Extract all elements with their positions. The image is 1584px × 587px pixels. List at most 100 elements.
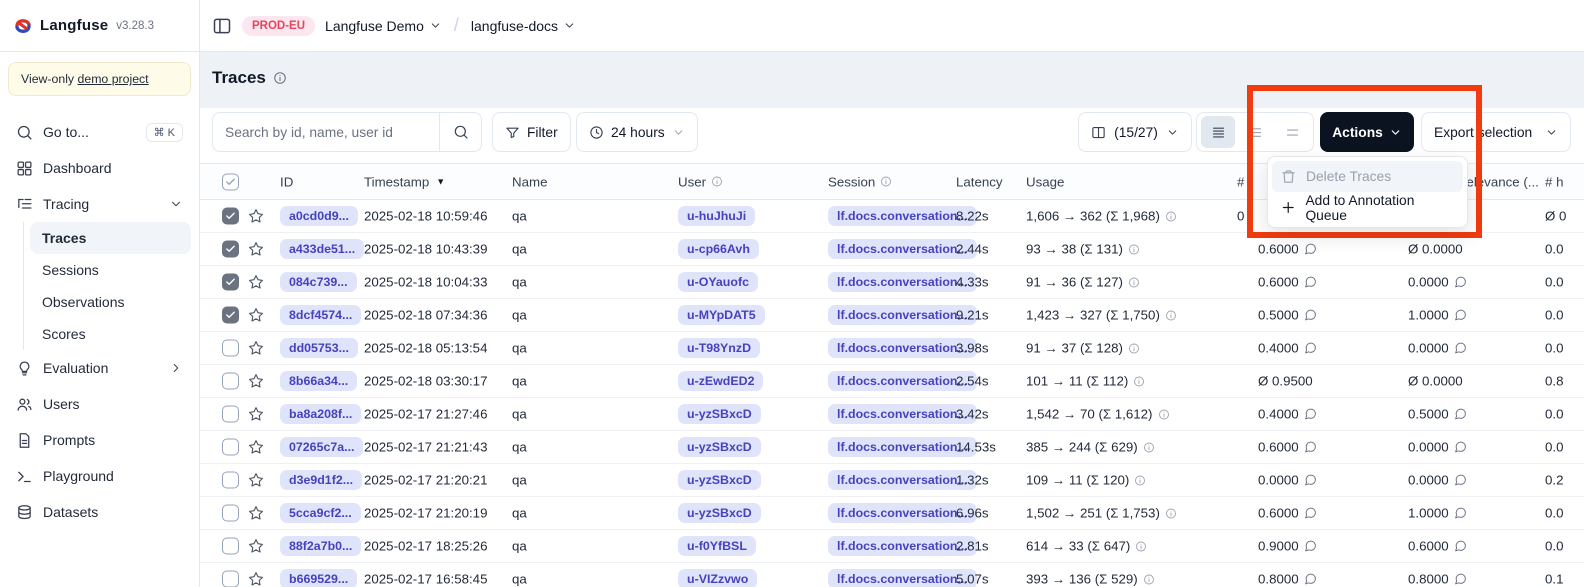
header-name[interactable]: Name [512, 174, 547, 189]
bookmark-star-icon[interactable] [248, 373, 264, 389]
session-id-badge[interactable]: lf.docs.conversation... [828, 371, 977, 391]
session-id-badge[interactable]: lf.docs.conversation... [828, 338, 977, 358]
row-checkbox[interactable] [222, 472, 239, 489]
sidebar-item-datasets[interactable]: Datasets [8, 494, 191, 530]
bookmark-star-icon[interactable] [248, 472, 264, 488]
trace-id-badge[interactable]: a433de51... [280, 239, 364, 259]
table-row[interactable]: ba8a208f...2025-02-17 21:27:46qau-yzSBxc… [200, 398, 1584, 431]
bookmark-star-button[interactable] [248, 439, 264, 455]
trace-id-badge[interactable]: 5cca9cf2... [280, 503, 361, 523]
sidebar-item-users[interactable]: Users [8, 386, 191, 422]
sidebar-item-tracing[interactable]: Tracing [8, 186, 191, 222]
sidebar-item-dashboard[interactable]: Dashboard [8, 150, 191, 186]
bookmark-star-button[interactable] [248, 472, 264, 488]
panel-left-icon[interactable] [212, 16, 232, 36]
table-row[interactable]: 88f2a7b0...2025-02-17 18:25:26qau-f0YfBS… [200, 530, 1584, 563]
table-row[interactable]: dd05753...2025-02-18 05:13:54qau-T98YnzD… [200, 332, 1584, 365]
user-id-badge[interactable]: u-MYpDAT5 [678, 305, 765, 325]
bookmark-star-button[interactable] [248, 274, 264, 290]
bookmark-star-icon[interactable] [248, 208, 264, 224]
header-usage[interactable]: Usage [1026, 174, 1064, 189]
sidebar-item-traces[interactable]: Traces [30, 222, 191, 254]
trace-id-badge[interactable]: 88f2a7b0... [280, 536, 361, 556]
user-id-badge[interactable]: u-yzSBxcD [678, 404, 761, 424]
session-id-badge[interactable]: lf.docs.conversation... [828, 272, 977, 292]
table-row[interactable]: 07265c7a...2025-02-17 21:21:43qau-yzSBxc… [200, 431, 1584, 464]
bookmark-star-button[interactable] [248, 406, 264, 422]
row-checkbox[interactable] [222, 406, 239, 423]
trace-id-badge[interactable]: 8dcf4574... [280, 305, 361, 325]
bookmark-star-button[interactable] [248, 340, 264, 356]
row-checkbox[interactable] [222, 571, 239, 587]
table-row[interactable]: d3e9d1f2...2025-02-17 21:20:21qau-yzSBxc… [200, 464, 1584, 497]
goto-search[interactable]: Go to... ⌘ K [8, 114, 191, 150]
sidebar-item-observations[interactable]: Observations [30, 286, 191, 318]
bookmark-star-icon[interactable] [248, 307, 264, 323]
row-checkbox[interactable] [222, 373, 239, 390]
project-selector[interactable]: langfuse-docs [471, 18, 576, 34]
sidebar-item-evaluation[interactable]: Evaluation [8, 350, 191, 386]
org-selector[interactable]: Langfuse Demo [325, 18, 442, 34]
select-all-checkbox[interactable] [222, 173, 239, 190]
trace-id-badge[interactable]: d3e9d1f2... [280, 470, 362, 490]
filter-button[interactable]: Filter [492, 112, 571, 152]
row-checkbox[interactable] [222, 439, 239, 456]
bookmark-star-icon[interactable] [248, 241, 264, 257]
user-id-badge[interactable]: u-OYauofc [678, 272, 758, 292]
menu-item-delete-traces[interactable]: Delete Traces [1272, 161, 1463, 192]
bookmark-star-button[interactable] [248, 208, 264, 224]
bookmark-star-icon[interactable] [248, 274, 264, 290]
user-id-badge[interactable]: u-huJhuJi [678, 206, 755, 226]
table-row[interactable]: 8dcf4574...2025-02-18 07:34:36qau-MYpDAT… [200, 299, 1584, 332]
search-submit-button[interactable] [439, 113, 481, 151]
trace-id-badge[interactable]: a0cd0d9... [280, 206, 358, 226]
user-id-badge[interactable]: u-T98YnzD [678, 338, 760, 358]
sidebar-item-scores[interactable]: Scores [30, 318, 191, 350]
row-height-medium-button[interactable] [1238, 116, 1272, 148]
user-id-badge[interactable]: u-f0YfBSL [678, 536, 756, 556]
trace-id-badge[interactable]: dd05753... [280, 338, 358, 358]
table-row[interactable]: b669529...2025-02-17 16:58:45qau-VIZzvwo… [200, 563, 1584, 587]
user-id-badge[interactable]: u-VIZzvwo [678, 569, 757, 587]
user-id-badge[interactable]: u-yzSBxcD [678, 503, 761, 523]
row-checkbox[interactable] [222, 208, 239, 225]
session-id-badge[interactable]: lf.docs.conversation... [828, 437, 977, 457]
sidebar-item-playground[interactable]: Playground [8, 458, 191, 494]
search-input[interactable] [213, 125, 439, 140]
bookmark-star-button[interactable] [248, 571, 264, 587]
export-selection-button[interactable]: Export selection [1421, 112, 1571, 152]
table-row[interactable]: a433de51...2025-02-18 10:43:39qau-cp66Av… [200, 233, 1584, 266]
session-id-badge[interactable]: lf.docs.conversation... [828, 536, 977, 556]
session-id-badge[interactable]: lf.docs.conversation... [828, 569, 977, 587]
bookmark-star-button[interactable] [248, 505, 264, 521]
session-id-badge[interactable]: lf.docs.conversation... [828, 404, 977, 424]
sidebar-item-sessions[interactable]: Sessions [30, 254, 191, 286]
actions-button[interactable]: Actions [1320, 112, 1414, 152]
bookmark-star-button[interactable] [248, 373, 264, 389]
header-session[interactable]: Session [828, 174, 892, 189]
trace-id-badge[interactable]: 8b66a34... [280, 371, 357, 391]
sidebar-item-prompts[interactable]: Prompts [8, 422, 191, 458]
row-checkbox[interactable] [222, 505, 239, 522]
trace-id-badge[interactable]: ba8a208f... [280, 404, 361, 424]
row-checkbox[interactable] [222, 241, 239, 258]
header-latency[interactable]: Latency [956, 174, 1003, 189]
bookmark-star-icon[interactable] [248, 340, 264, 356]
bookmark-star-button[interactable] [248, 307, 264, 323]
header-timestamp[interactable]: Timestamp▼ [364, 174, 445, 189]
bookmark-star-button[interactable] [248, 538, 264, 554]
header-user[interactable]: User [678, 174, 723, 189]
header-relevance[interactable]: relevance (... [1462, 174, 1539, 189]
table-row[interactable]: 8b66a34...2025-02-18 03:30:17qau-zEwdED2… [200, 365, 1584, 398]
session-id-badge[interactable]: lf.docs.conversation... [828, 305, 977, 325]
user-id-badge[interactable]: u-zEwdED2 [678, 371, 763, 391]
trace-id-badge[interactable]: 084c739... [280, 272, 357, 292]
row-checkbox[interactable] [222, 274, 239, 291]
user-id-badge[interactable]: u-cp66Avh [678, 239, 759, 259]
bookmark-star-icon[interactable] [248, 505, 264, 521]
demo-project-link[interactable]: demo project [78, 72, 149, 86]
menu-item-add-to-annotation-queue[interactable]: Add to Annotation Queue [1272, 192, 1463, 223]
row-checkbox[interactable] [222, 307, 239, 324]
bookmark-star-icon[interactable] [248, 571, 264, 587]
trace-id-badge[interactable]: b669529... [280, 569, 357, 587]
